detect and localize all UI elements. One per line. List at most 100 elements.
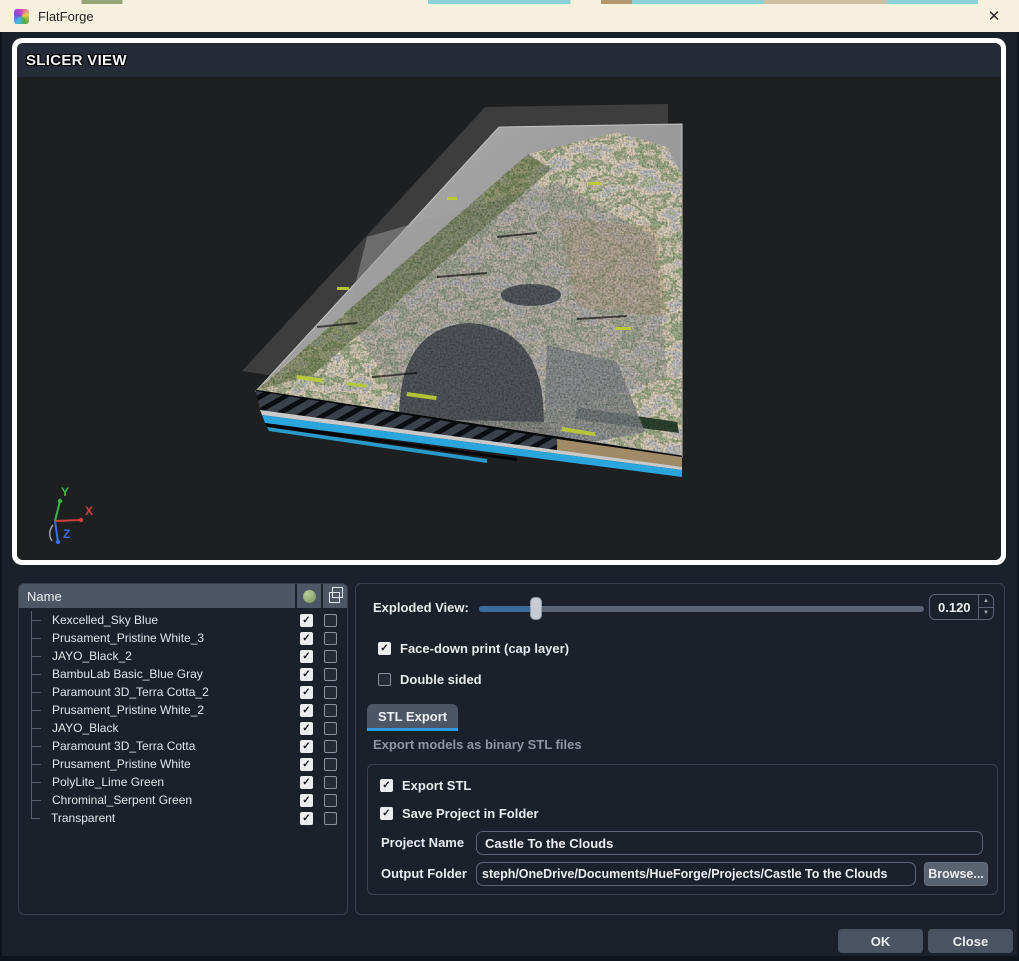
sphere-icon (303, 590, 316, 603)
slicer-3d-viewport[interactable]: X Y Z (17, 77, 1001, 560)
exploded-slider-fill (479, 606, 536, 612)
stl-export-group: ✓ Export STL ✓ Save Project in Folder Pr… (367, 764, 998, 895)
filament-name: JAYO_Black (45, 721, 300, 735)
slicer-3d-model: X Y Z (17, 77, 1001, 559)
tab-stl-export[interactable]: STL Export (367, 704, 458, 731)
double-sided-checkbox[interactable] (378, 673, 391, 686)
face-down-row[interactable]: ✓ Face-down print (cap layer) (378, 641, 569, 656)
stl-export-description: Export models as binary STL files (373, 737, 582, 752)
exploded-slider-handle[interactable] (530, 597, 542, 620)
face-down-label: Face-down print (cap layer) (400, 641, 569, 656)
list-item[interactable]: Prusament_Pristine White_3✓ (19, 629, 347, 647)
tree-branch-icon (31, 755, 45, 773)
list-item[interactable]: Paramount 3D_Terra Cotta_2✓ (19, 683, 347, 701)
save-project-checkbox[interactable]: ✓ (380, 807, 393, 820)
filament-list-header: Name (19, 584, 347, 608)
filament-list-panel: Name Kexcelled_Sky Blue✓Prusament_Pristi… (18, 583, 348, 915)
list-item[interactable]: JAYO_Black_2✓ (19, 647, 347, 665)
visible-column-header[interactable] (297, 584, 321, 608)
filament-name: Transparent (44, 811, 300, 825)
flag-checkbox[interactable] (324, 650, 337, 663)
tree-branch-icon (31, 791, 45, 809)
window-close-button[interactable]: ✕ (977, 0, 1011, 31)
filament-name: Kexcelled_Sky Blue (45, 613, 300, 627)
visible-checkbox[interactable]: ✓ (300, 812, 313, 825)
filament-name: Paramount 3D_Terra Cotta (45, 739, 300, 753)
flag-checkbox[interactable] (324, 632, 337, 645)
tree-branch-icon (31, 773, 45, 791)
visible-checkbox[interactable]: ✓ (300, 632, 313, 645)
double-sided-row[interactable]: Double sided (378, 672, 482, 687)
exploded-spinbox (929, 594, 994, 620)
list-item[interactable]: Chrominal_Serpent Green✓ (19, 791, 347, 809)
visible-checkbox[interactable]: ✓ (300, 686, 313, 699)
spin-up-icon[interactable] (979, 595, 993, 608)
flag-checkbox[interactable] (324, 668, 337, 681)
terrain-model (242, 104, 682, 477)
tree-branch-icon (31, 737, 45, 755)
list-item[interactable]: PolyLite_Lime Green✓ (19, 773, 347, 791)
visible-checkbox[interactable]: ✓ (300, 650, 313, 663)
app-icon (14, 9, 29, 24)
list-item[interactable]: JAYO_Black✓ (19, 719, 347, 737)
axis-z-label: Z (63, 527, 70, 541)
project-name-label: Project Name (381, 831, 464, 855)
exploded-value-input[interactable] (930, 595, 978, 619)
export-stl-row[interactable]: ✓ Export STL (380, 778, 471, 793)
axis-gizmo: X Y Z (50, 485, 93, 544)
list-item[interactable]: Kexcelled_Sky Blue✓ (19, 611, 347, 629)
face-down-checkbox[interactable]: ✓ (378, 642, 391, 655)
visible-checkbox[interactable]: ✓ (300, 614, 313, 627)
double-sided-label: Double sided (400, 672, 482, 687)
tree-branch-icon (31, 809, 44, 827)
flag-checkbox[interactable] (324, 812, 337, 825)
axis-y-label: Y (61, 485, 69, 499)
tree-branch-icon (31, 683, 45, 701)
project-name-input[interactable] (476, 831, 983, 855)
flag-checkbox[interactable] (324, 614, 337, 627)
list-item[interactable]: Transparent✓ (19, 809, 347, 827)
exploded-slider-track[interactable] (479, 606, 924, 612)
spin-down-icon[interactable] (979, 608, 993, 620)
save-project-row[interactable]: ✓ Save Project in Folder (380, 806, 539, 821)
tree-branch-icon (31, 647, 45, 665)
list-item[interactable]: Prusament_Pristine White✓ (19, 755, 347, 773)
output-folder-input[interactable] (476, 862, 916, 886)
desktop-edge (0, 0, 1019, 4)
list-item[interactable]: BambuLab Basic_Blue Gray✓ (19, 665, 347, 683)
visible-checkbox[interactable]: ✓ (300, 668, 313, 681)
export-stl-label: Export STL (402, 778, 471, 793)
axis-x-label: X (85, 504, 93, 518)
title-bar[interactable]: FlatForge (0, 0, 1019, 32)
filament-name: Prusament_Pristine White_2 (45, 703, 300, 717)
visible-checkbox[interactable]: ✓ (300, 776, 313, 789)
visible-checkbox[interactable]: ✓ (300, 722, 313, 735)
stack-column-header[interactable] (323, 584, 347, 608)
export-stl-checkbox[interactable]: ✓ (380, 779, 393, 792)
visible-checkbox[interactable]: ✓ (300, 740, 313, 753)
slicer-view-panel: SLICER VIEW (12, 38, 1006, 565)
flag-checkbox[interactable] (324, 794, 337, 807)
close-button[interactable]: Close (928, 929, 1013, 953)
export-options-panel: Exploded View: ✓ Face-down print (cap la… (355, 583, 1005, 915)
flag-checkbox[interactable] (324, 722, 337, 735)
flag-checkbox[interactable] (324, 704, 337, 717)
layers-icon (329, 592, 340, 603)
flag-checkbox[interactable] (324, 776, 337, 789)
tree-branch-icon (31, 719, 45, 737)
list-item[interactable]: Paramount 3D_Terra Cotta✓ (19, 737, 347, 755)
flag-checkbox[interactable] (324, 686, 337, 699)
output-folder-label: Output Folder (381, 862, 467, 886)
name-column-header[interactable]: Name (19, 584, 295, 608)
visible-checkbox[interactable]: ✓ (300, 704, 313, 717)
visible-checkbox[interactable]: ✓ (300, 758, 313, 771)
list-item[interactable]: Prusament_Pristine White_2✓ (19, 701, 347, 719)
filament-name: Prusament_Pristine White_3 (45, 631, 300, 645)
browse-button[interactable]: Browse... (924, 862, 988, 886)
tree-branch-icon (31, 665, 45, 683)
rotate-arc-icon (50, 525, 53, 541)
flag-checkbox[interactable] (324, 758, 337, 771)
flag-checkbox[interactable] (324, 740, 337, 753)
visible-checkbox[interactable]: ✓ (300, 794, 313, 807)
ok-button[interactable]: OK (838, 929, 923, 953)
